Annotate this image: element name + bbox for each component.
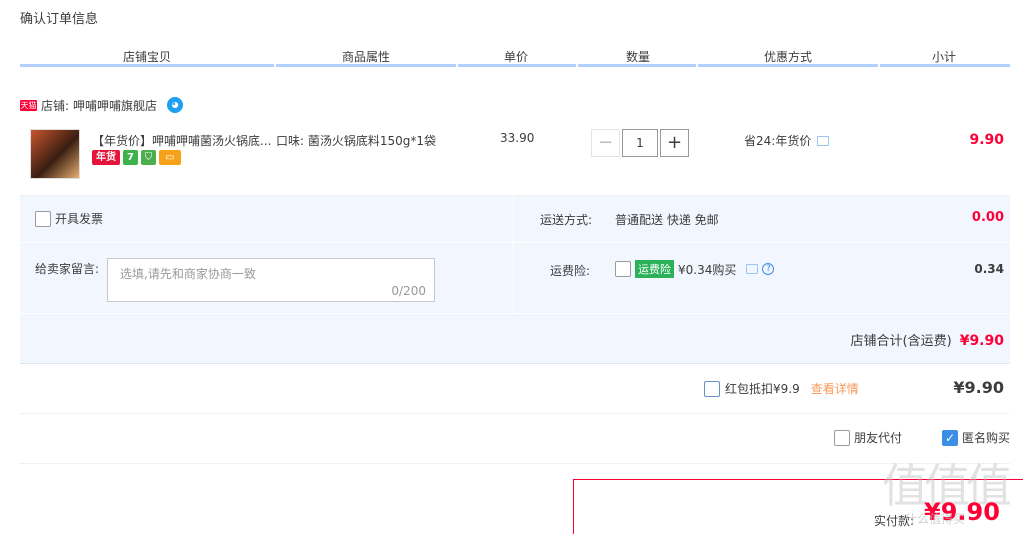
header-divider: [20, 64, 274, 67]
invoice-option[interactable]: 开具发票: [35, 210, 103, 227]
insurance-price: 0.34: [974, 262, 1004, 276]
order-options-panel: 开具发票 给卖家留言: 选填,请先和商家协商一致 0/200 运送方式: 普通配…: [20, 196, 1010, 364]
friend-pay-checkbox[interactable]: [834, 429, 850, 446]
insurance-text: ¥0.34购买: [678, 262, 737, 277]
product-thumbnail[interactable]: [30, 129, 80, 179]
shop-name-link[interactable]: 呷哺呷哺旗舰店: [73, 97, 157, 114]
col-quantity: 数量: [626, 50, 651, 64]
redpack-option[interactable]: 红包抵扣¥9.9 查看详情: [704, 380, 859, 397]
message-label: 给卖家留言:: [35, 262, 100, 276]
anonymous-purchase-option[interactable]: ✓ 匿名购买: [942, 429, 1010, 446]
product-title-link[interactable]: 【年货价】呷哺呷哺菌汤火锅底...: [92, 132, 272, 149]
header-divider: [578, 64, 696, 67]
help-icon[interactable]: ?: [762, 263, 775, 275]
anonymous-checkbox[interactable]: ✓: [942, 429, 958, 446]
friend-pay-option[interactable]: 朋友代付: [834, 429, 902, 446]
discount-label: 省24:年货价: [744, 134, 812, 148]
col-subtotal: 小计: [932, 50, 957, 64]
column-header: 店铺宝贝 商品属性 单价 数量 优惠方式 小计: [20, 44, 1010, 68]
nianhuo-badge-icon: 年货: [92, 150, 120, 165]
watermark-text: 什么值得买: [905, 512, 966, 526]
shop-row: 天猫 店铺: 呷哺呷哺旗舰店 ◕: [20, 96, 184, 114]
message-placeholder: 选填,请先和商家协商一致: [120, 267, 256, 281]
comment-icon[interactable]: [746, 264, 759, 274]
comment-icon[interactable]: [817, 135, 830, 146]
quantity-minus-button[interactable]: −: [591, 129, 620, 157]
col-price: 单价: [504, 50, 529, 64]
insurance-option: 运费险 ¥0.34购买 ?: [615, 260, 775, 278]
product-attribute: 口味: 菌汤火锅底料150g*1袋: [276, 134, 437, 148]
col-shop-item: 店铺宝贝: [123, 50, 172, 64]
shipping-method: 普通配送 快递 免邮: [615, 213, 719, 227]
panel-divider: [20, 242, 1010, 243]
col-discount: 优惠方式: [764, 50, 813, 64]
tmall-icon: 天猫: [20, 99, 37, 111]
header-divider: [276, 64, 456, 67]
redpack-checkbox[interactable]: [704, 380, 720, 397]
shipping-label: 运送方式:: [540, 213, 593, 227]
shop-total: 店铺合计(含运费) ¥9.90: [851, 330, 1004, 349]
shipping-price: 0.00: [971, 210, 1004, 225]
chat-seller-icon[interactable]: ◕: [167, 97, 184, 113]
insurance-checkbox[interactable]: [615, 261, 631, 277]
quantity-plus-button[interactable]: +: [660, 129, 689, 157]
shop-total-value: ¥9.90: [959, 333, 1004, 349]
header-divider: [458, 64, 576, 67]
quantity-stepper: − 1 +: [591, 129, 689, 157]
page-title: 确认订单信息: [20, 12, 99, 27]
item-subtotal: 9.90: [969, 132, 1004, 148]
invoice-label: 开具发票: [55, 212, 104, 226]
shop-total-label: 店铺合计(含运费): [850, 334, 952, 349]
insurance-label: 运费险:: [550, 264, 591, 278]
header-divider: [880, 64, 1010, 67]
payment-options-row: 朋友代付 ✓ 匿名购买: [20, 414, 1010, 464]
panel-divider: [20, 313, 1010, 314]
message-char-count: 0/200: [391, 284, 426, 298]
invoice-checkbox[interactable]: [35, 210, 51, 227]
friend-pay-label: 朋友代付: [854, 431, 903, 445]
redpack-details-link[interactable]: 查看详情: [811, 380, 859, 397]
guarantee-icon: ⛉: [141, 150, 156, 165]
credit-card-icon: ▭: [159, 150, 181, 165]
quantity-input[interactable]: 1: [622, 129, 658, 157]
header-divider: [698, 64, 878, 67]
product-badges: 年货 7 ⛉ ▭: [92, 150, 181, 165]
redpack-row: 红包抵扣¥9.9 查看详情 ¥9.90: [20, 366, 1010, 414]
col-attribute: 商品属性: [342, 50, 391, 64]
seven-day-return-icon: 7: [123, 150, 138, 165]
message-textarea[interactable]: 选填,请先和商家协商一致 0/200: [107, 258, 435, 302]
discount-method: 省24:年货价: [744, 132, 830, 149]
redpack-label: 红包抵扣¥9.9: [725, 382, 800, 396]
order-item-row: 【年货价】呷哺呷哺菌汤火锅底... 年货 7 ⛉ ▭ 口味: 菌汤火锅底料150…: [20, 120, 1010, 196]
unit-price: 33.90: [500, 131, 535, 145]
shop-label: 店铺:: [41, 98, 70, 113]
anonymous-label: 匿名购买: [962, 431, 1011, 445]
insurance-tag: 运费险: [635, 260, 674, 278]
panel-divider: [513, 196, 514, 314]
order-total: ¥9.90: [953, 378, 1004, 397]
